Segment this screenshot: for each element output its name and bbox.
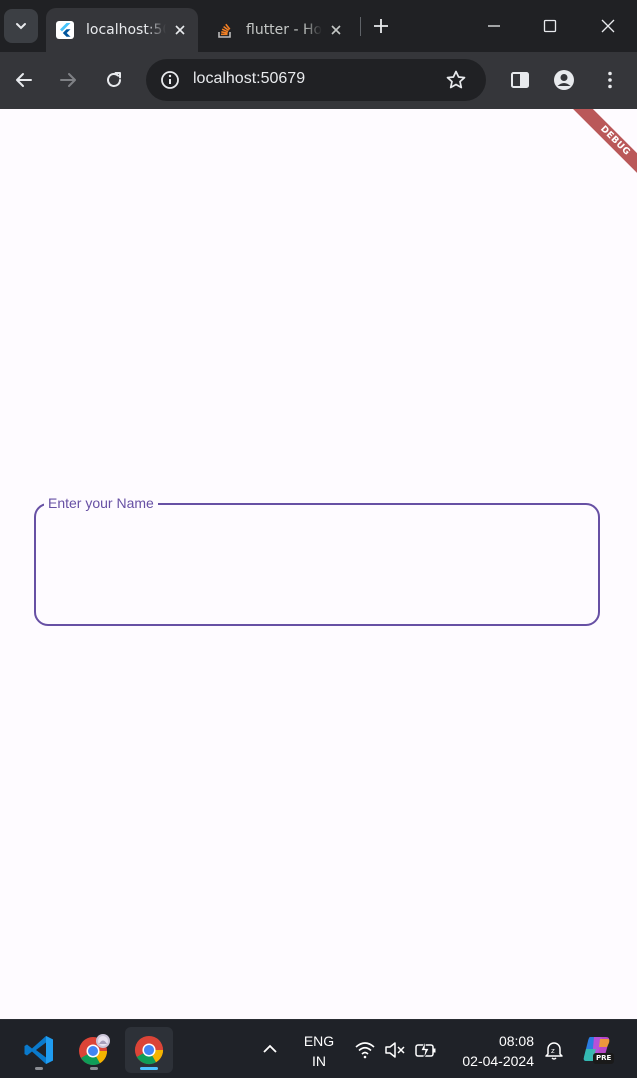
stackoverflow-icon — [218, 23, 231, 38]
taskbar-chrome-profile[interactable] — [70, 1027, 118, 1073]
chevron-up-icon[interactable] — [260, 1039, 280, 1059]
browser-toolbar: localhost:50679 — [0, 52, 637, 109]
tab-localhost[interactable]: localhost:50679 — [46, 8, 198, 52]
vscode-icon — [24, 1036, 53, 1064]
back-arrow-icon[interactable] — [12, 68, 36, 92]
url-text: localhost:50679 — [193, 70, 306, 87]
reload-icon[interactable] — [102, 68, 126, 92]
battery-charging-icon[interactable] — [414, 1040, 438, 1060]
tab-title: flutter - How to — [246, 22, 322, 38]
minimize-icon[interactable] — [482, 14, 506, 38]
site-info-icon[interactable] — [158, 68, 182, 92]
clock-time: 08:08 — [498, 1033, 534, 1049]
close-icon[interactable] — [172, 22, 188, 38]
profile-avatar-icon[interactable] — [552, 68, 576, 92]
running-indicator — [90, 1067, 98, 1070]
language-indicator[interactable]: ENG IN — [297, 1031, 341, 1071]
maximize-icon[interactable] — [538, 14, 562, 38]
browser-title-bar: localhost:50679 flutter - How to — [0, 0, 637, 52]
tab-title: localhost:50679 — [86, 22, 166, 38]
chrome-profile-icon — [79, 1034, 110, 1066]
svg-text:z: z — [551, 1047, 555, 1055]
active-indicator — [140, 1067, 158, 1070]
tab-divider — [360, 17, 361, 36]
bookmark-star-icon[interactable] — [444, 68, 468, 92]
window-close-icon[interactable] — [596, 14, 620, 38]
chevron-down-icon — [16, 23, 26, 30]
notification-bell-icon[interactable]: z — [543, 1039, 565, 1061]
copilot-preview-badge: PRE — [593, 1053, 615, 1064]
running-indicator — [35, 1067, 43, 1070]
taskbar-chrome[interactable] — [125, 1027, 173, 1073]
chrome-icon — [134, 1035, 164, 1065]
wifi-icon[interactable] — [354, 1040, 376, 1060]
plus-icon[interactable] — [370, 15, 392, 37]
tab-search-button[interactable] — [4, 9, 38, 43]
close-icon[interactable] — [328, 22, 344, 38]
language-code: ENG — [303, 1033, 335, 1049]
address-bar[interactable]: localhost:50679 — [146, 59, 486, 101]
name-input[interactable] — [50, 530, 584, 612]
forward-arrow-icon[interactable] — [56, 68, 80, 92]
more-menu-icon[interactable] — [598, 68, 622, 92]
flutter-icon — [56, 21, 74, 39]
side-panel-icon[interactable] — [508, 68, 532, 92]
taskbar: ENG IN 08:08 02-04-2024 z PRE — [0, 1019, 637, 1078]
copilot-button[interactable]: PRE — [582, 1035, 616, 1067]
tab-stackoverflow[interactable]: flutter - How to — [206, 8, 354, 52]
volume-muted-icon[interactable] — [384, 1040, 406, 1060]
language-region: IN — [312, 1053, 326, 1069]
clock[interactable]: 08:08 02-04-2024 — [448, 1031, 534, 1071]
name-field-label: Enter your Name — [44, 494, 158, 512]
clock-date: 02-04-2024 — [462, 1053, 534, 1069]
taskbar-vscode[interactable] — [15, 1027, 63, 1073]
